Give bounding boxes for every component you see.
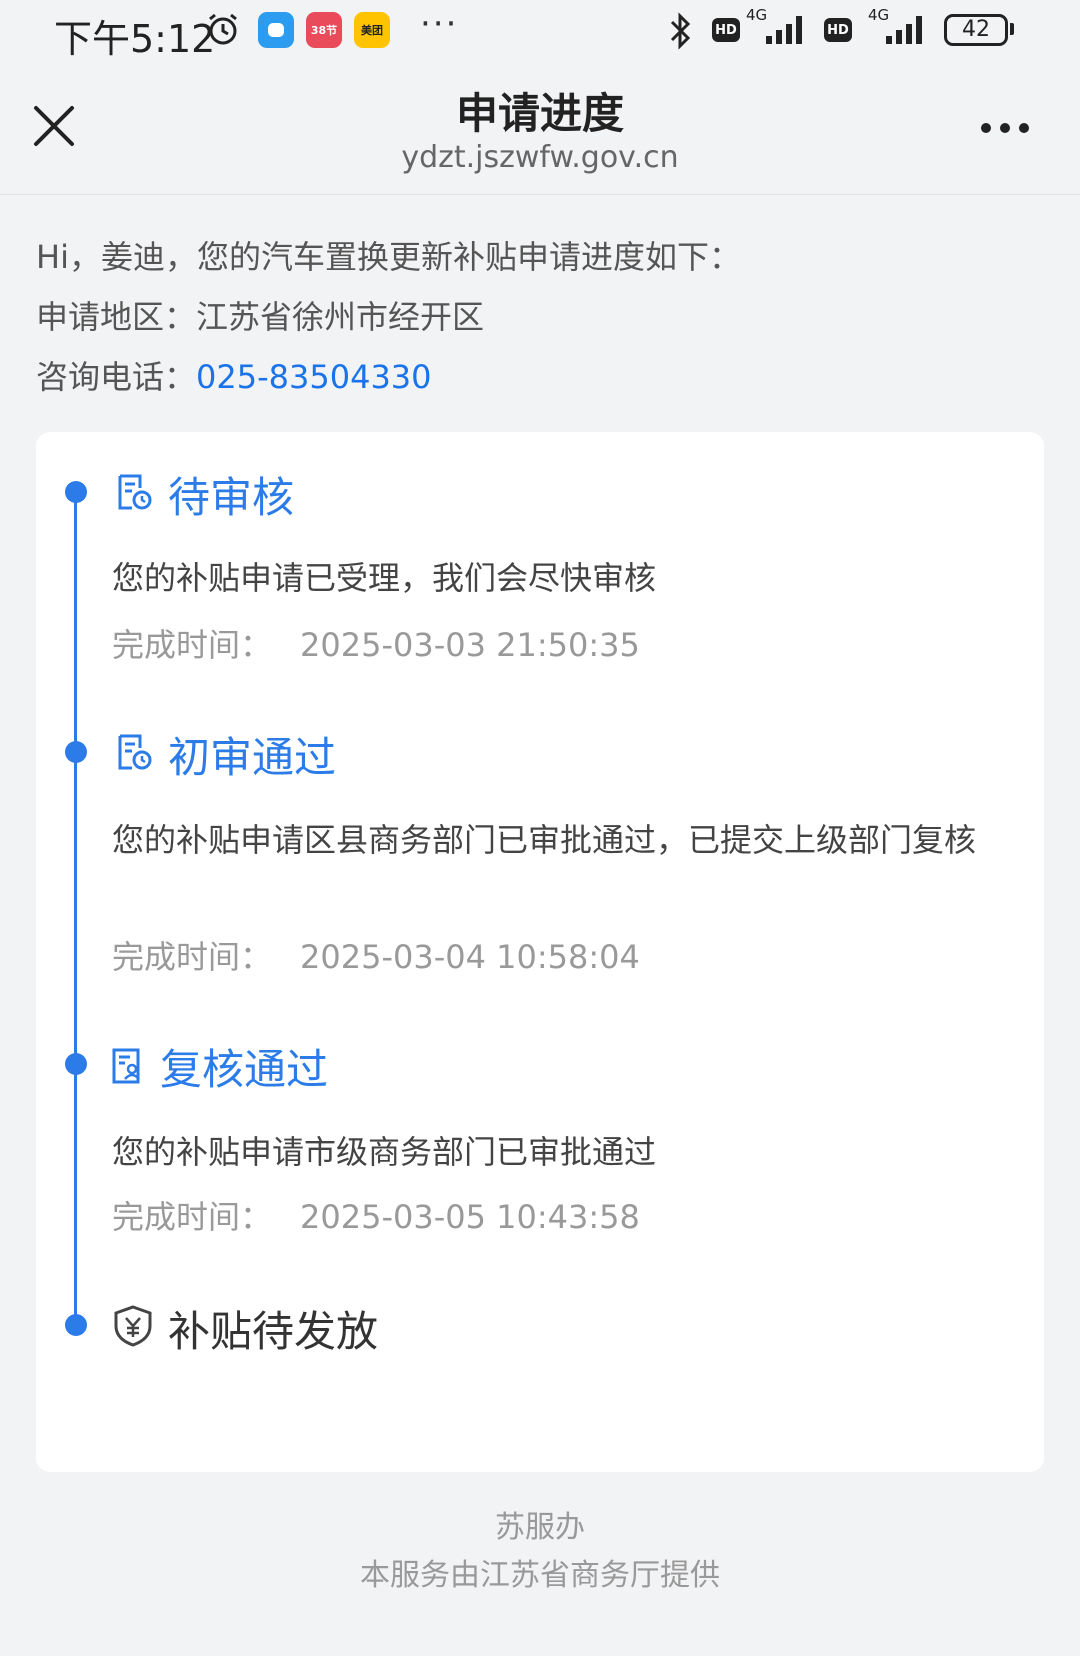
status-bar: 下午5:12 38节 美团 ··· HD 4G HD 4G 42	[0, 0, 1080, 62]
timeline-dot	[65, 1053, 87, 1075]
timeline-line	[74, 492, 77, 1326]
document-person-icon	[112, 1048, 140, 1084]
time-label: 完成时间：	[112, 626, 273, 664]
time-label: 完成时间：	[112, 1198, 273, 1236]
page-title: 申请进度	[455, 89, 624, 138]
page-url: ydzt.jszwfw.gov.cn	[401, 140, 679, 175]
step-time: 完成时间： 2025-03-03 21:50:35	[112, 620, 640, 666]
yuan-shield-icon	[114, 1305, 152, 1347]
signal-strength-icon-2	[886, 16, 922, 44]
region-value: 江苏省徐州市经开区	[196, 298, 485, 336]
timeline-dot	[65, 1314, 87, 1336]
step-title: 待审核	[168, 473, 295, 522]
battery-tip	[1010, 23, 1014, 35]
timeline-dot	[65, 481, 87, 503]
step-title: 初审通过	[168, 733, 337, 782]
status-time: 下午5:12	[54, 17, 216, 61]
time-label: 完成时间：	[112, 938, 273, 976]
time-value: 2025-03-05 10:43:58	[300, 1198, 640, 1236]
more-options-icon[interactable]	[980, 122, 1030, 134]
chat-app-icon	[258, 12, 294, 48]
footer-brand: 苏服办	[495, 1510, 585, 1545]
document-clock-icon	[118, 734, 152, 770]
region-row: 申请地区：江苏省徐州市经开区	[36, 292, 484, 338]
phone-link[interactable]: 025-83504330	[196, 358, 432, 396]
phone-label: 咨询电话：	[36, 358, 197, 396]
footer-provider: 本服务由江苏省商务厅提供	[360, 1558, 720, 1593]
step-time: 完成时间： 2025-03-05 10:43:58	[112, 1192, 640, 1238]
nav-header: 申请进度 ydzt.jszwfw.gov.cn	[0, 62, 1080, 195]
alarm-clock-icon	[209, 13, 237, 45]
hd-voice-icon-2: HD	[824, 18, 852, 42]
bluetooth-icon	[670, 12, 691, 50]
greeting-text: Hi，姜迪，您的汽车置换更新补贴申请进度如下：	[36, 238, 741, 276]
hd-voice-icon: HD	[712, 18, 740, 42]
step-title: 复核通过	[160, 1045, 329, 1094]
step-title: 补贴待发放	[168, 1307, 379, 1356]
step-description: 您的补贴申请区县商务部门已审批通过，已提交上级部门复核	[112, 821, 977, 859]
time-value: 2025-03-03 21:50:35	[300, 626, 640, 664]
shopping-app-icon: 38节	[306, 12, 342, 48]
signal-strength-icon	[766, 16, 802, 44]
step-time: 完成时间： 2025-03-04 10:58:04	[112, 932, 640, 978]
phone-row: 咨询电话：025-83504330	[36, 352, 432, 398]
more-notifications-icon: ···	[420, 4, 459, 44]
document-clock-icon	[118, 474, 152, 510]
time-value: 2025-03-04 10:58:04	[300, 938, 640, 976]
step-description: 您的补贴申请已受理，我们会尽快审核	[112, 559, 657, 597]
meituan-app-icon: 美团	[354, 12, 390, 48]
region-label: 申请地区：	[36, 298, 197, 336]
step-description: 您的补贴申请市级商务部门已审批通过	[112, 1133, 657, 1171]
timeline-dot	[65, 741, 87, 763]
battery-icon: 42	[944, 14, 1008, 46]
